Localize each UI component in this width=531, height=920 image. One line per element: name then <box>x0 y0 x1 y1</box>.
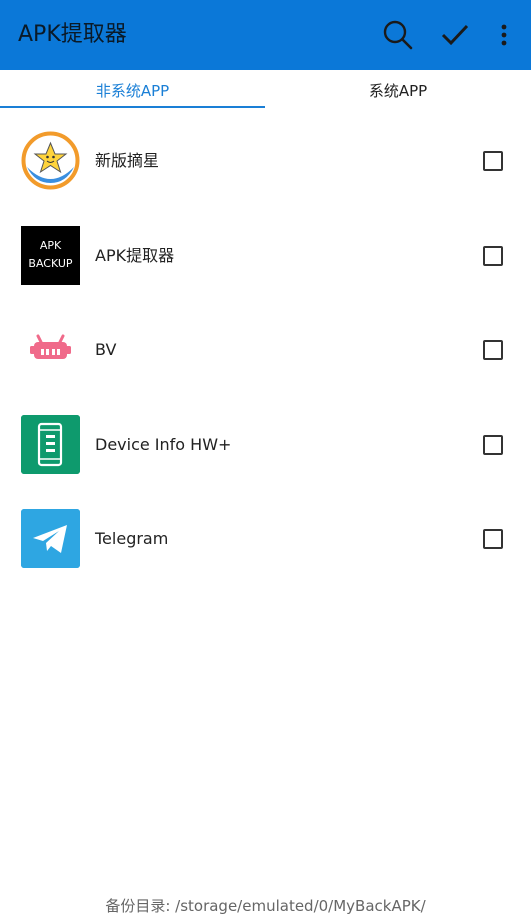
zhaixing-star-icon <box>21 131 80 190</box>
tab-indicator <box>0 106 265 108</box>
tab-bar: 非系统APP 系统APP <box>0 70 531 110</box>
confirm-button[interactable] <box>437 17 473 53</box>
icon-text-line: APK <box>39 238 62 252</box>
search-button[interactable] <box>380 17 416 53</box>
device-info-icon <box>21 414 80 474</box>
list-item[interactable]: BV <box>0 303 531 398</box>
list-item[interactable]: Device Info HW+ <box>0 398 531 493</box>
app-checkbox[interactable] <box>483 245 503 266</box>
list-item[interactable]: APK BACKUP APK提取器 <box>0 209 531 304</box>
app-name: Telegram <box>95 529 169 549</box>
toolbar: APK提取器 <box>0 0 531 70</box>
app-name: 新版摘星 <box>95 151 160 170</box>
app-name: APK提取器 <box>95 245 175 265</box>
app-root: APK提取器 非系统APP 系统APP 新版摘星 APK BACKUP APK提… <box>0 0 531 920</box>
telegram-icon <box>21 509 80 569</box>
more-vert-icon <box>501 24 507 46</box>
search-icon <box>383 20 413 50</box>
tab-non-system-app[interactable]: 非系统APP <box>0 70 265 110</box>
apk-backup-icon: APK BACKUP <box>21 225 80 285</box>
app-checkbox[interactable] <box>483 529 503 550</box>
tab-label: 系统APP <box>368 81 428 100</box>
app-name: BV <box>95 340 117 360</box>
check-icon <box>441 24 469 46</box>
toolbar-title: APK提取器 <box>18 22 127 47</box>
app-list: 新版摘星 APK BACKUP APK提取器 BV Device Info HW… <box>0 114 531 587</box>
app-checkbox[interactable] <box>483 434 503 455</box>
app-name: Device Info HW+ <box>95 434 232 454</box>
list-item[interactable]: 新版摘星 <box>0 114 531 209</box>
app-checkbox[interactable] <box>483 340 503 361</box>
tab-system-app[interactable]: 系统APP <box>265 70 531 110</box>
icon-text-line: BACKUP <box>28 256 73 270</box>
app-checkbox[interactable] <box>483 151 503 171</box>
backup-directory-text: 备份目录: /storage/emulated/0/MyBackAPK/ <box>105 897 426 915</box>
bv-robot-icon <box>21 320 80 380</box>
tab-label: 非系统APP <box>95 81 170 100</box>
more-options-button[interactable] <box>490 17 518 53</box>
list-item[interactable]: Telegram <box>0 492 531 587</box>
